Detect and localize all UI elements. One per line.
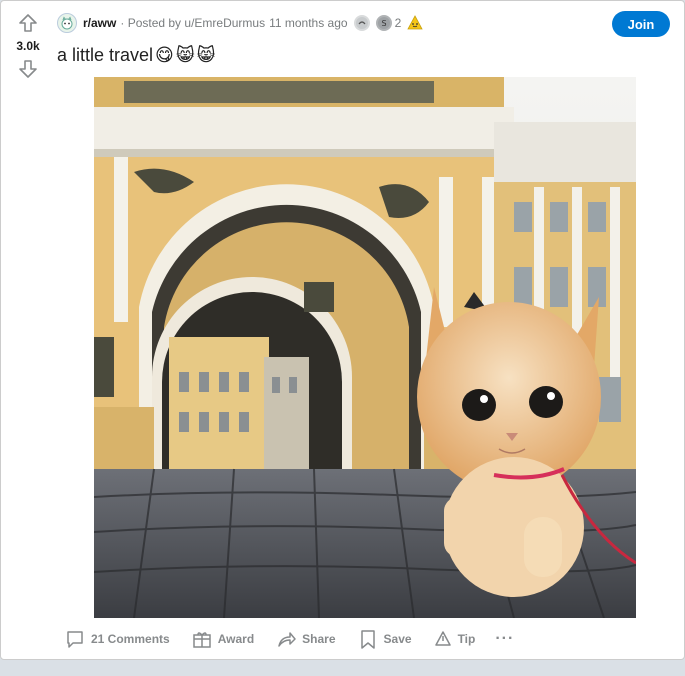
comment-icon: [67, 631, 83, 648]
bookmark-icon: [360, 630, 375, 649]
post-image[interactable]: [94, 77, 636, 618]
post-card: 3.0k r/aww · Posted by u/EmreDurmus 11 m…: [0, 0, 685, 660]
join-button[interactable]: Join: [612, 11, 670, 37]
share-button[interactable]: Share: [268, 623, 343, 655]
vote-column: 3.0k: [1, 1, 55, 81]
subreddit-name[interactable]: r/aww: [83, 16, 116, 30]
tip-label: Tip: [457, 632, 476, 646]
post-actions: 21 Comments Award Share Save Tip ···: [57, 623, 520, 655]
kitten-arch-photo: [94, 77, 636, 618]
share-icon: [278, 632, 296, 647]
tip-triangle-icon: [434, 631, 451, 646]
svg-text:S: S: [381, 19, 386, 28]
title-emoji-1: 😋: [155, 45, 174, 65]
award-button[interactable]: Award: [184, 623, 262, 655]
save-label: Save: [383, 632, 412, 646]
subreddit-avatar-icon[interactable]: [57, 13, 77, 33]
post-title-row[interactable]: a little travel 😋 😸 😸: [57, 45, 215, 66]
post-time: 11 months ago: [269, 16, 348, 30]
comments-label: 21 Comments: [91, 632, 170, 646]
posted-by[interactable]: · Posted by u/EmreDurmus: [120, 16, 265, 30]
gift-icon: [192, 632, 211, 648]
upvote-icon[interactable]: [16, 11, 40, 35]
post-header: r/aww · Posted by u/EmreDurmus 11 months…: [57, 11, 672, 35]
more-options-icon[interactable]: ···: [489, 630, 520, 648]
downvote-icon[interactable]: [16, 57, 40, 81]
post-title[interactable]: a little travel: [57, 45, 153, 66]
award-count: 2: [394, 16, 402, 30]
save-button[interactable]: Save: [350, 623, 420, 655]
wholesome-award-icon[interactable]: [407, 15, 423, 31]
tip-button[interactable]: Tip: [426, 624, 484, 654]
award-label: Award: [217, 632, 255, 646]
vote-score: 3.0k: [16, 39, 40, 53]
comments-button[interactable]: 21 Comments: [57, 623, 178, 655]
silver-award-icon[interactable]: S: [375, 15, 392, 31]
share-label: Share: [302, 632, 336, 646]
title-emoji-3: 😸: [196, 45, 216, 65]
helpful-award-icon[interactable]: [353, 15, 370, 31]
title-emoji-2: 😸: [175, 45, 195, 65]
